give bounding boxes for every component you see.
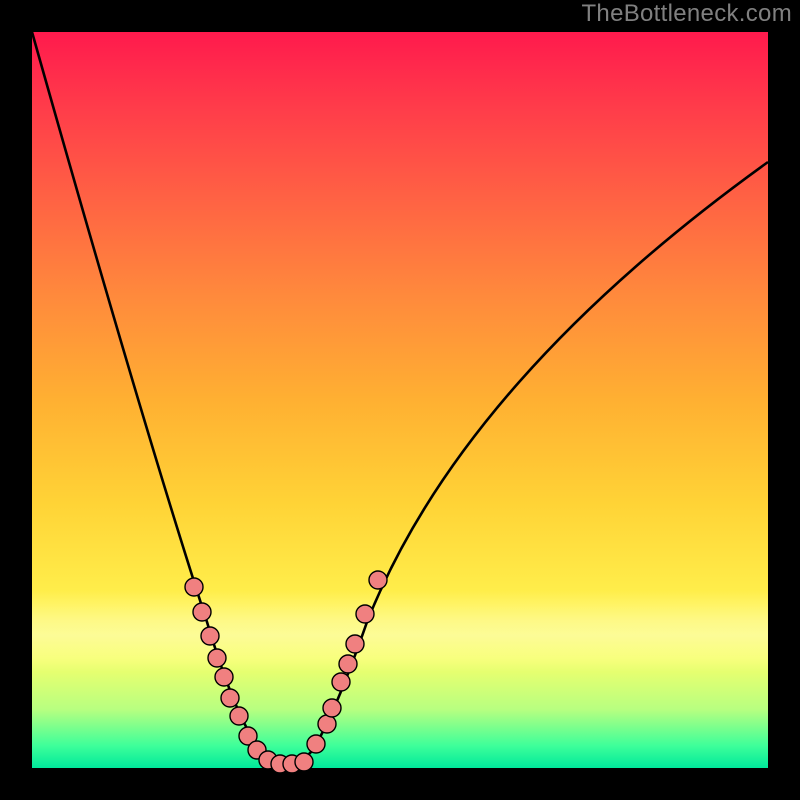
- scatter-group: [185, 571, 387, 773]
- scatter-dot: [208, 649, 226, 667]
- outer-frame: TheBottleneck.com: [0, 0, 800, 800]
- watermark-text: TheBottleneck.com: [581, 0, 792, 28]
- scatter-dot: [323, 699, 341, 717]
- scatter-dot: [369, 571, 387, 589]
- scatter-dot: [295, 753, 313, 771]
- scatter-dot: [346, 635, 364, 653]
- scatter-dot: [332, 673, 350, 691]
- scatter-dot: [193, 603, 211, 621]
- scatter-dot: [215, 668, 233, 686]
- chart-svg: [32, 32, 768, 768]
- scatter-dot: [307, 735, 325, 753]
- scatter-dot: [201, 627, 219, 645]
- scatter-dot: [221, 689, 239, 707]
- scatter-dot: [230, 707, 248, 725]
- scatter-dot: [339, 655, 357, 673]
- scatter-dot: [185, 578, 203, 596]
- left-curve: [32, 32, 287, 764]
- scatter-dot: [356, 605, 374, 623]
- scatter-dot: [318, 715, 336, 733]
- plot-area: [32, 32, 768, 768]
- right-curve: [287, 162, 768, 764]
